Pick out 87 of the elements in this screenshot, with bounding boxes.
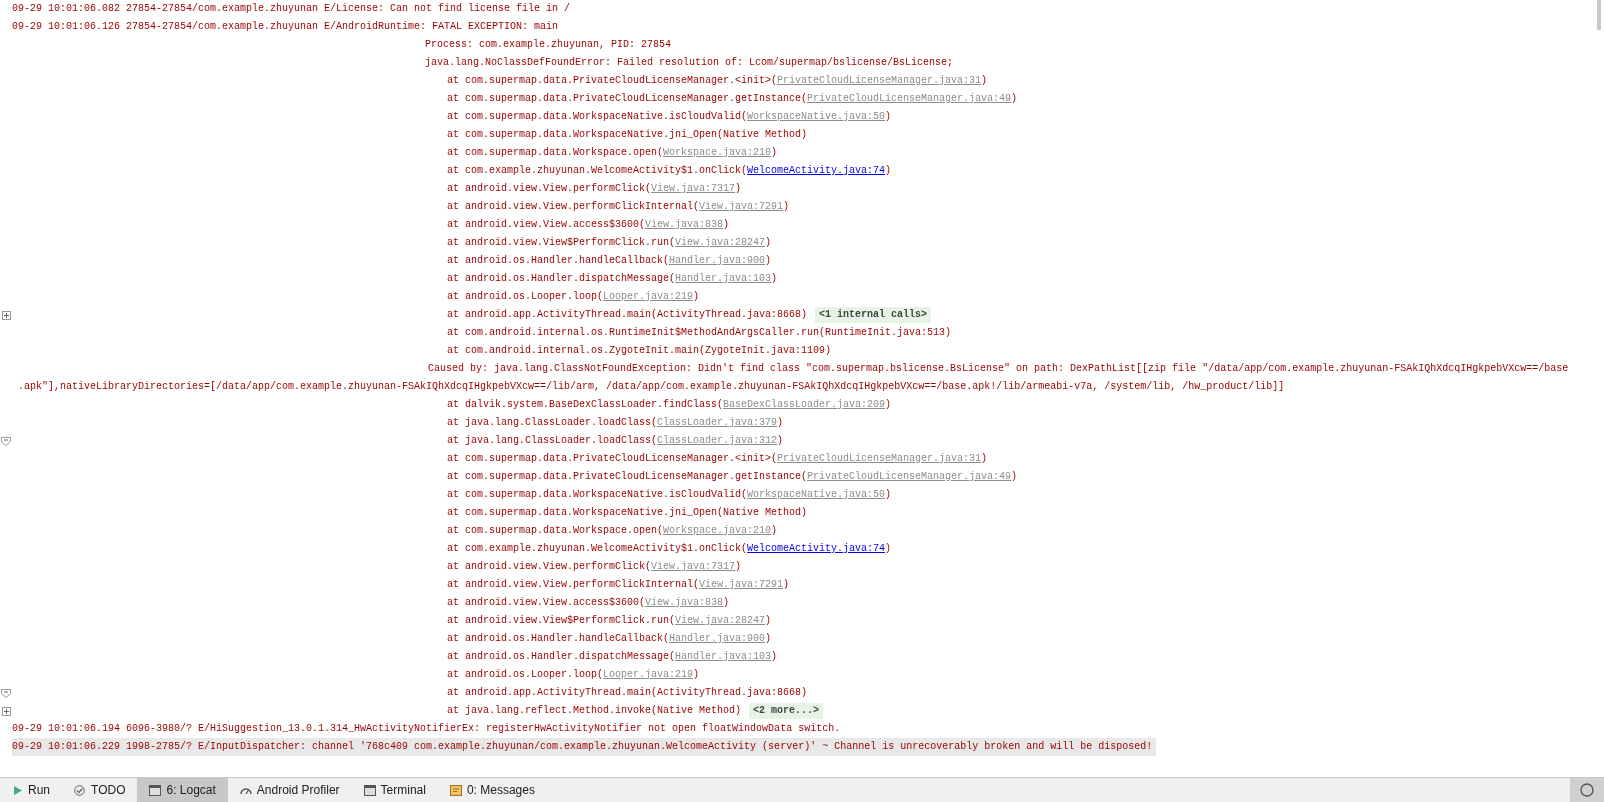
log-message: .apk"],nativeLibraryDirectories=[/data/app/com.example.zhuyunan-FSAkIQhXdcqIHgkpebVXcw==/lib/arm, /data/app/com.example.zhuyunan-FSAkIQhXdcqIHgkpebVXcw==/base.apk!/lib/armeabi-v7a, /system/lib, /hw_product/lib]] [18, 380, 1285, 394]
play-icon [12, 784, 23, 796]
folded-lines-chip[interactable]: <2 more...> [749, 703, 824, 719]
log-message: 09-29 10:01:06.194 6096-3980/? E/HiSuggestion_13.0.1.314_HwActivityNotifierEx: registerHwActivityNotifier not open floatWindowData switch. [12, 722, 841, 736]
log-message: 09-29 10:01:06.229 1998-2785/? E/InputDispatcher: channel '768c409 com.example.zhuyunan/com.example.zhuyunan.WelcomeActivity (server)' ~ Channel is unrecoverably broken and will be disposed! [12, 740, 1153, 754]
source-link[interactable]: View.java:7317 [651, 561, 736, 572]
stack-frame: at android.view.View.access$3600(View.java:838) [447, 594, 730, 612]
source-link[interactable]: Looper.java:219 [603, 669, 694, 680]
expand-icon[interactable] [1, 310, 11, 320]
stack-frame: at com.example.zhuyunan.WelcomeActivity$1.onClick(WelcomeActivity.java:74) [447, 540, 892, 558]
expand-icon[interactable] [1, 706, 11, 716]
stack-frame: at android.view.View$PerformClick.run(View.java:28247) [447, 234, 772, 252]
source-link[interactable]: Looper.java:219 [603, 291, 694, 302]
tool-window-tab[interactable]: 6: Logcat [137, 778, 228, 802]
stack-frame: at android.os.Handler.dispatchMessage(Handler.java:103) [447, 270, 778, 288]
scrollbar-thumb[interactable] [1597, 0, 1601, 30]
stack-frame: at java.lang.reflect.Method.invoke(Native Method) [447, 702, 742, 720]
stack-frame: at com.supermap.data.WorkspaceNative.isCloudValid(WorkspaceNative.java:50) [447, 486, 892, 504]
source-link[interactable]: PrivateCloudLicenseManager.java:31 [777, 75, 982, 86]
log-message: Process: com.example.zhuyunan, PID: 27854 [425, 38, 672, 52]
stack-frame: at com.supermap.data.Workspace.open(Workspace.java:210) [447, 522, 778, 540]
source-link[interactable]: Handler.java:900 [669, 633, 766, 644]
source-link[interactable]: View.java:28247 [675, 237, 766, 248]
tool-window-tab[interactable]: TODO [62, 778, 138, 802]
stack-frame: at java.lang.ClassLoader.loadClass(ClassLoader.java:379) [447, 414, 784, 432]
stack-frame: at android.view.View$PerformClick.run(View.java:28247) [447, 612, 772, 630]
log-message: Caused by: java.lang.ClassNotFoundException: Didn't find class "com.supermap.bslicense.BsLicense" on path: DexPathList[[zip file "/data/app/com.example.zhuyunan-FSAkIQhXdcqIHgkpebVXcw==/base [428, 362, 1569, 376]
source-link[interactable]: ClassLoader.java:379 [657, 417, 778, 428]
log-message: java.lang.NoClassDefFoundError: Failed resolution of: Lcom/supermap/bslicense/BsLicense; [425, 56, 954, 70]
stack-frame: at android.os.Looper.loop(Looper.java:219) [447, 666, 700, 684]
stack-frame: at com.supermap.data.PrivateCloudLicenseManager.getInstance(PrivateCloudLicenseManager.java:49) [447, 90, 1018, 108]
stack-frame: at android.app.ActivityThread.main(ActivityThread.java:8668) [447, 684, 808, 702]
stack-frame: at android.app.ActivityThread.main(ActivityThread.java:8668) [447, 306, 808, 324]
stack-frame: at android.os.Handler.handleCallback(Handler.java:900) [447, 252, 772, 270]
stack-frame: at com.supermap.data.Workspace.open(Workspace.java:210) [447, 144, 778, 162]
stack-frame: at com.supermap.data.WorkspaceNative.isCloudValid(WorkspaceNative.java:50) [447, 108, 892, 126]
stack-frame: at com.supermap.data.PrivateCloudLicenseManager.<init>(PrivateCloudLicenseManager.java:31) [447, 72, 988, 90]
source-link[interactable]: Handler.java:103 [675, 273, 772, 284]
folded-lines-chip[interactable]: <1 internal calls> [815, 307, 932, 323]
stack-frame: at android.view.View.performClickInternal(View.java:7291) [447, 198, 790, 216]
source-link[interactable]: PrivateCloudLicenseManager.java:49 [807, 471, 1012, 482]
tool-window-tab[interactable]: Android Profiler [227, 778, 352, 802]
source-link[interactable]: Workspace.java:210 [663, 525, 772, 536]
stack-frame: at com.supermap.data.PrivateCloudLicenseManager.getInstance(PrivateCloudLicenseManager.java:49) [447, 468, 1018, 486]
tool-window-tab[interactable]: Run [0, 778, 62, 802]
source-link[interactable]: PrivateCloudLicenseManager.java:31 [777, 453, 982, 464]
source-link[interactable]: BaseDexClassLoader.java:209 [723, 399, 886, 410]
source-link[interactable]: WorkspaceNative.java:50 [747, 111, 886, 122]
source-link[interactable]: View.java:838 [645, 219, 724, 230]
tool-window-tab[interactable]: 0: Messages [437, 778, 547, 802]
tool-window-tab[interactable]: Terminal [351, 778, 438, 802]
stack-frame: at dalvik.system.BaseDexClassLoader.findClass(BaseDexClassLoader.java:209) [447, 396, 892, 414]
source-link[interactable]: Handler.java:900 [669, 255, 766, 266]
stack-frame: at android.os.Looper.loop(Looper.java:219) [447, 288, 700, 306]
window-icon [363, 784, 376, 796]
log-message: 09-29 10:01:06.126 27854-27854/com.example.zhuyunan E/AndroidRuntime: FATAL EXCEPTION: main [12, 20, 559, 34]
stack-frame: at com.example.zhuyunan.WelcomeActivity$1.onClick(WelcomeActivity.java:74) [447, 162, 892, 180]
stack-frame: at com.supermap.data.PrivateCloudLicenseManager.<init>(PrivateCloudLicenseManager.java:31) [447, 450, 988, 468]
collapse-icon[interactable] [1, 436, 11, 446]
window-icon [149, 784, 162, 796]
stack-frame: at java.lang.ClassLoader.loadClass(ClassLoader.java:312) [447, 432, 784, 450]
source-link[interactable]: WorkspaceNative.java:50 [747, 489, 886, 500]
stack-frame: at com.android.internal.os.RuntimeInit$MethodAndArgsCaller.run(RuntimeInit.java:513) [447, 324, 952, 342]
collapse-icon[interactable] [1, 688, 11, 698]
stack-frame: at android.os.Handler.handleCallback(Handler.java:900) [447, 630, 772, 648]
stack-frame: at com.android.internal.os.ZygoteInit.main(ZygoteInit.java:1109) [447, 342, 832, 360]
source-link[interactable]: WelcomeActivity.java:74 [747, 165, 886, 176]
source-link[interactable]: PrivateCloudLicenseManager.java:49 [807, 93, 1012, 104]
stack-frame: at android.os.Handler.dispatchMessage(Handler.java:103) [447, 648, 778, 666]
source-link[interactable]: Workspace.java:210 [663, 147, 772, 158]
source-link[interactable]: View.java:7317 [651, 183, 736, 194]
message-icon [449, 784, 462, 796]
stack-frame: at android.view.View.access$3600(View.java:838) [447, 216, 730, 234]
source-link[interactable]: View.java:7291 [699, 201, 784, 212]
source-link[interactable]: WelcomeActivity.java:74 [747, 543, 886, 554]
log-message: 09-29 10:01:06.082 27854-27854/com.example.zhuyunan E/License: Can not find license file in / [12, 2, 571, 16]
stack-frame: at android.view.View.performClickInternal(View.java:7291) [447, 576, 790, 594]
stack-frame: at com.supermap.data.WorkspaceNative.jni_Open(Native Method) [447, 126, 808, 144]
source-link[interactable]: View.java:28247 [675, 615, 766, 626]
source-link[interactable]: ClassLoader.java:312 [657, 435, 778, 446]
check-circle-icon [74, 784, 86, 796]
stack-frame: at com.supermap.data.WorkspaceNative.jni_Open(Native Method) [447, 504, 808, 522]
stack-frame: at android.view.View.performClick(View.java:7317) [447, 558, 742, 576]
source-link[interactable]: View.java:7291 [699, 579, 784, 590]
source-link[interactable]: Handler.java:103 [675, 651, 772, 662]
source-link[interactable]: View.java:838 [645, 597, 724, 608]
stack-frame: at android.view.View.performClick(View.java:7317) [447, 180, 742, 198]
